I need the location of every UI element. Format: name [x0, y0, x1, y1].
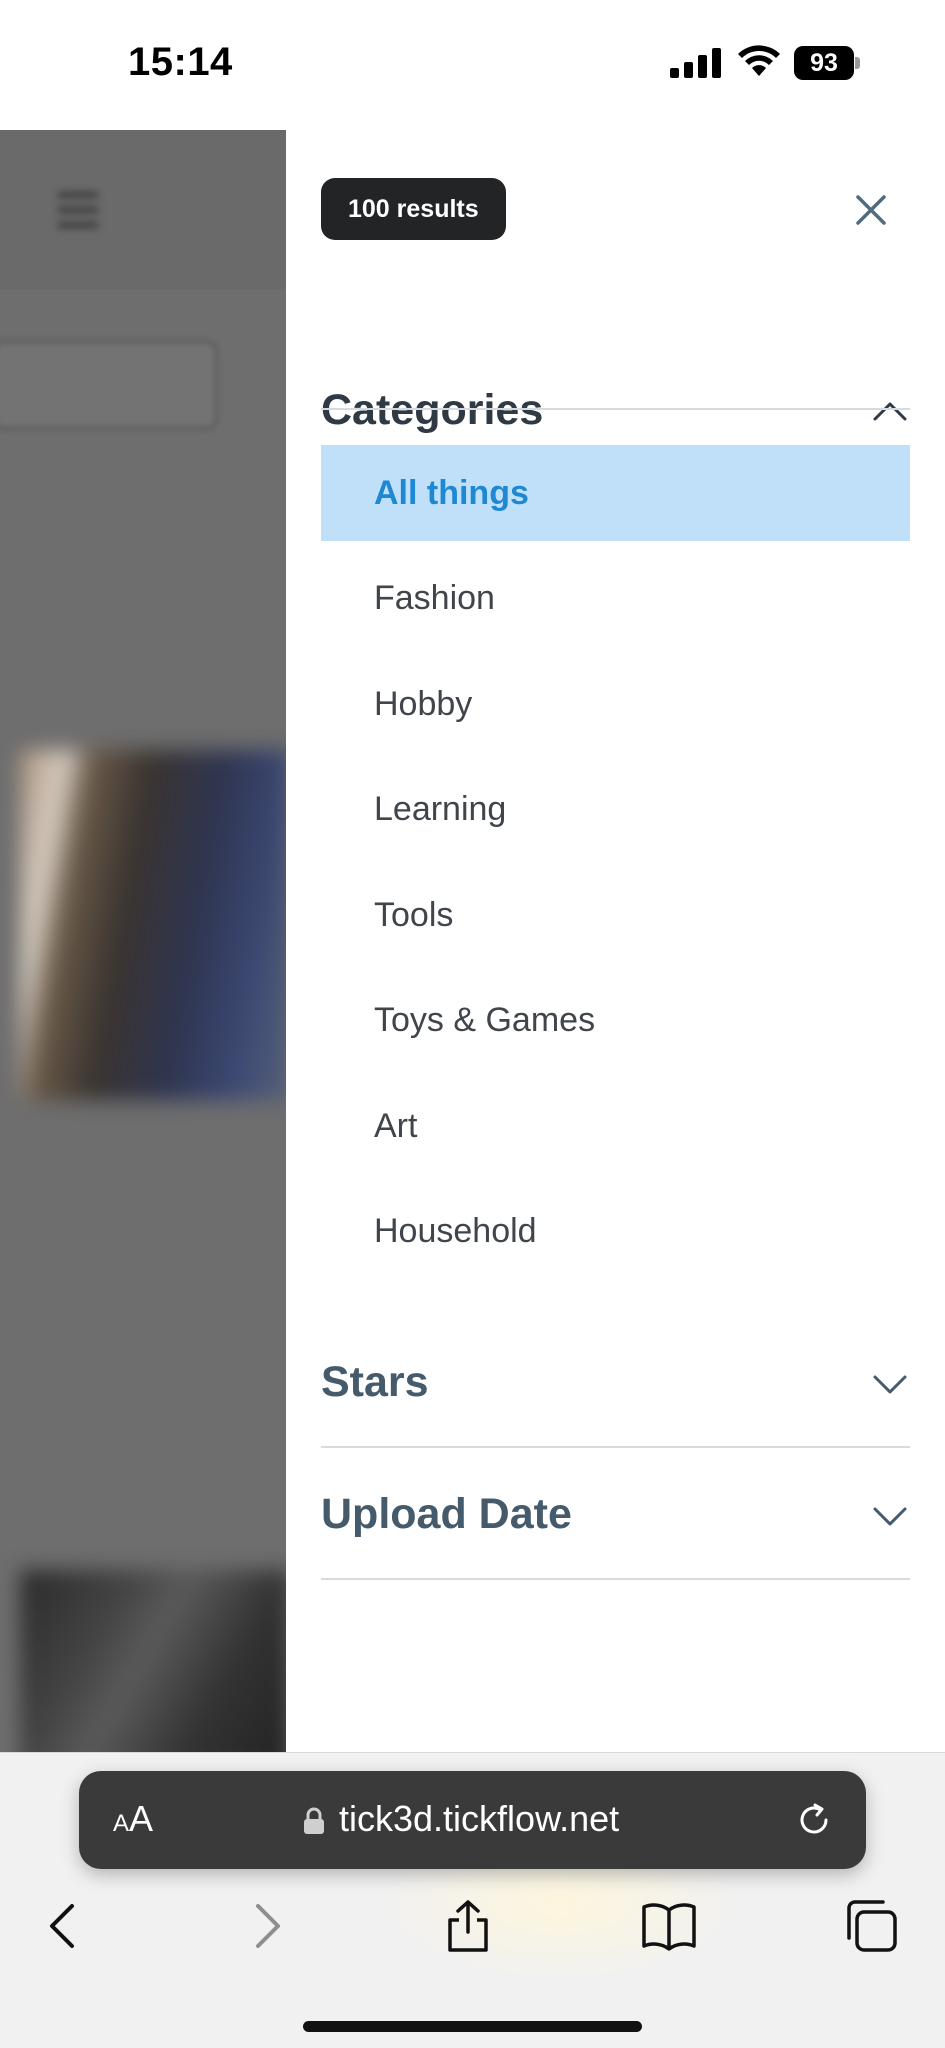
close-icon[interactable] [846, 185, 896, 235]
status-bar: 15:14 93 [0, 0, 945, 130]
status-time: 15:14 [128, 40, 233, 84]
forward-icon[interactable] [236, 1896, 296, 1956]
filter-drawer: 100 results Categories All things Fashio… [286, 130, 945, 1752]
category-item-learning[interactable]: Learning [321, 761, 910, 857]
menu-icon [58, 192, 98, 228]
category-item-art[interactable]: Art [321, 1078, 910, 1174]
lock-icon [304, 1807, 324, 1834]
background-header [0, 130, 286, 290]
divider [321, 1578, 910, 1580]
tabs-icon[interactable] [841, 1896, 901, 1956]
battery-level: 93 [794, 46, 854, 80]
wifi-icon [738, 45, 780, 76]
text-size-button[interactable]: AA [113, 1799, 153, 1844]
home-indicator [303, 2021, 642, 2032]
category-item-fashion[interactable]: Fashion [321, 550, 910, 646]
upload-date-title: Upload Date [321, 1490, 572, 1538]
chevron-up-icon [873, 402, 907, 421]
background-filter-button [0, 340, 218, 430]
category-item-household[interactable]: Household [321, 1183, 910, 1279]
category-item-all-things[interactable]: All things [321, 445, 910, 541]
url-text: tick3d.tickflow.net [339, 1798, 620, 1839]
background-product-image [20, 1570, 286, 1752]
reload-icon[interactable] [793, 1799, 835, 1841]
address-bar[interactable]: AA tick3d.tickflow.net [79, 1771, 866, 1869]
upload-date-section-header[interactable]: Upload Date [321, 1448, 910, 1580]
chevron-down-icon [873, 1507, 907, 1526]
bookmarks-icon[interactable] [639, 1896, 699, 1956]
background-page-overlay[interactable] [0, 130, 286, 1752]
cellular-signal-icon [670, 48, 724, 78]
share-icon[interactable] [438, 1896, 498, 1956]
results-count-badge: 100 results [321, 178, 506, 240]
battery-icon: 93 [794, 46, 860, 80]
category-item-tools[interactable]: Tools [321, 867, 910, 963]
chevron-down-icon [873, 1375, 907, 1394]
category-item-hobby[interactable]: Hobby [321, 656, 910, 752]
back-icon[interactable] [34, 1896, 94, 1956]
category-item-toys-games[interactable]: Toys & Games [321, 972, 910, 1068]
stars-title: Stars [321, 1358, 429, 1406]
app-root: 15:14 93 100 results Categories All thin… [0, 0, 945, 2048]
divider [321, 408, 910, 410]
browser-toolbar: AA tick3d.tickflow.net [0, 1752, 945, 2048]
background-product-image [20, 750, 286, 1100]
stars-section-header[interactable]: Stars [321, 1316, 910, 1448]
